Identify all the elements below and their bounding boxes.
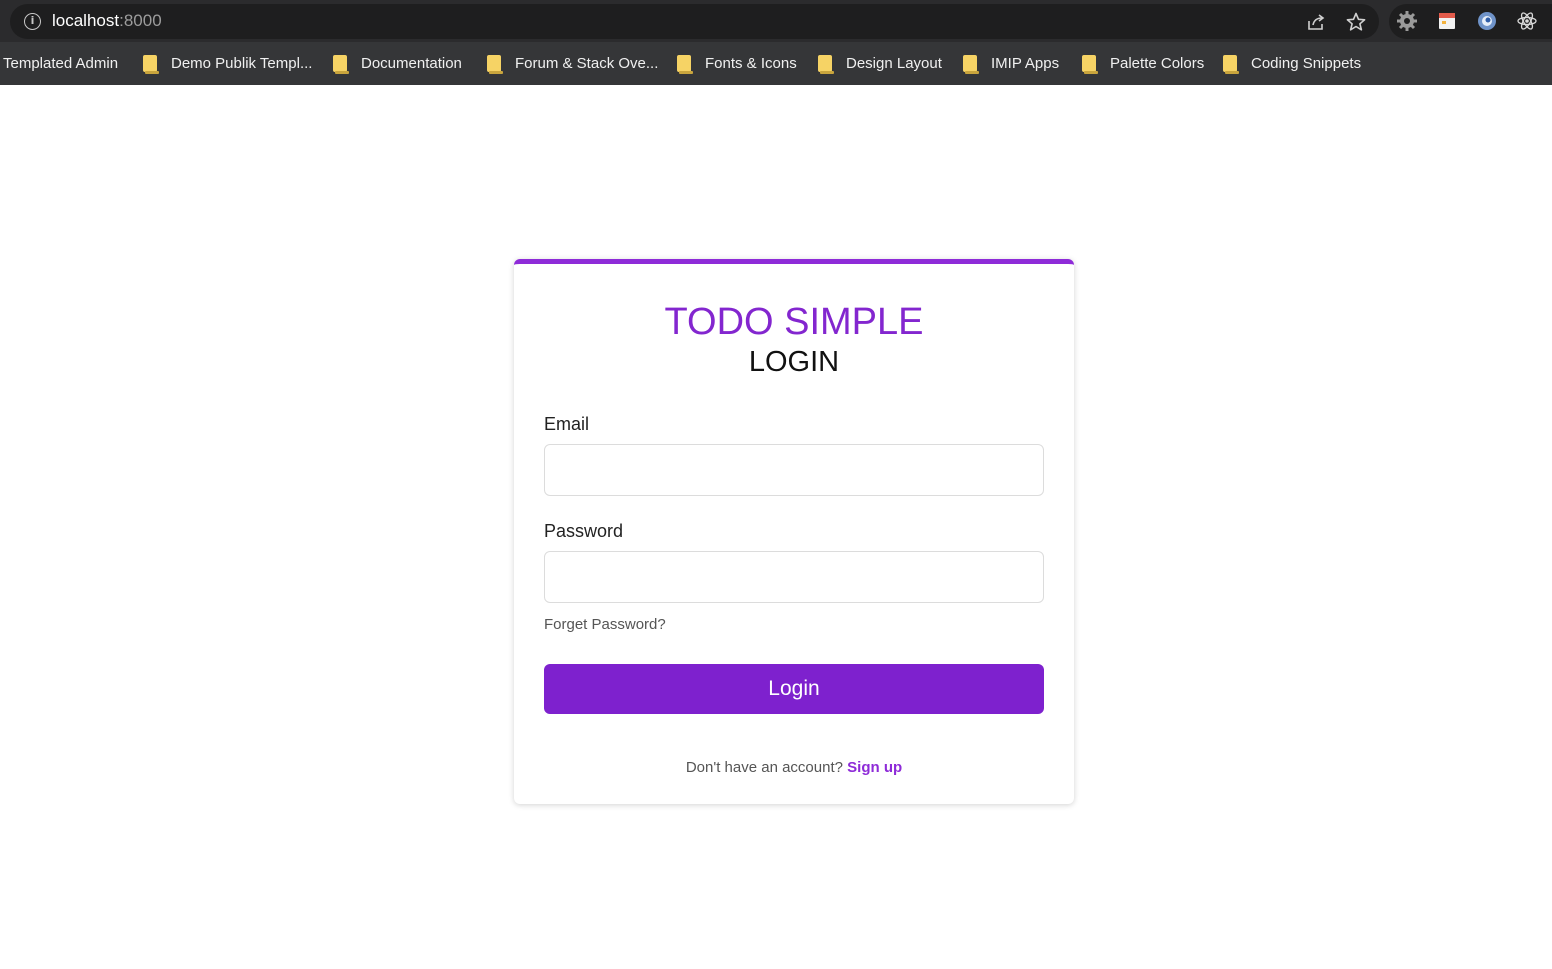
folder-icon	[333, 54, 349, 74]
star-icon[interactable]	[1345, 11, 1367, 33]
login-card: TODO SIMPLE LOGIN Email Password Forget …	[514, 259, 1074, 804]
bookmark-folder-imip-apps[interactable]: IMIP Apps	[963, 52, 1059, 74]
browser-chrome: i localhost:8000 Templated Admin Demo Pu…	[0, 0, 1552, 85]
login-heading: LOGIN	[748, 346, 840, 378]
address-url[interactable]: localhost:8000	[52, 11, 162, 31]
password-label: Password	[544, 521, 624, 541]
folder-icon	[1082, 54, 1098, 74]
bookmark-label: Fonts & Icons	[705, 54, 797, 72]
folder-icon	[143, 54, 159, 74]
folder-icon	[963, 54, 979, 74]
bookmark-folder-demo-publik[interactable]: Demo Publik Templ...	[143, 52, 312, 74]
bookmark-folder-documentation[interactable]: Documentation	[333, 52, 462, 74]
bookmark-label: Demo Publik Templ...	[171, 54, 313, 72]
info-icon[interactable]: i	[24, 13, 41, 30]
folder-icon	[487, 54, 503, 74]
login-button[interactable]: Login	[544, 664, 1044, 714]
signup-row: Don't have an account? Sign up	[514, 759, 1074, 776]
bookmark-folder-fonts-icons[interactable]: Fonts & Icons	[677, 52, 797, 74]
gear-extension-icon[interactable]	[1396, 10, 1418, 32]
bookmark-label: Palette Colors	[1110, 54, 1205, 72]
folder-icon	[1223, 54, 1239, 74]
address-bar[interactable]: i localhost:8000	[10, 4, 1379, 39]
react-extension-icon[interactable]	[1516, 10, 1538, 32]
bookmark-folder-coding-snippets[interactable]: Coding Snippets	[1223, 52, 1361, 74]
bookmark-label: Forum & Stack Ove...	[515, 54, 659, 72]
app-brand-title: TODO SIMPLE	[664, 301, 924, 343]
signup-link[interactable]: Sign up	[847, 759, 902, 776]
bookmark-label: IMIP Apps	[991, 54, 1060, 72]
bookmark-label: Coding Snippets	[1251, 54, 1362, 72]
bookmarks-bar: Templated Admin Demo Publik Templ... Doc…	[0, 42, 1552, 85]
bookmark-label: Design Layout	[846, 54, 942, 72]
share-icon[interactable]	[1305, 11, 1327, 33]
email-label: Email	[544, 414, 590, 434]
bookmark-templated-admin[interactable]: Templated Admin	[3, 52, 118, 74]
url-host: localhost	[52, 11, 120, 30]
extensions-area	[1389, 4, 1552, 39]
password-field[interactable]	[544, 551, 1044, 603]
bookmark-folder-forum[interactable]: Forum & Stack Ove...	[487, 52, 658, 74]
bookmark-folder-palette-colors[interactable]: Palette Colors	[1082, 52, 1204, 74]
bookmark-label: Documentation	[361, 54, 462, 72]
folder-icon	[677, 54, 693, 74]
url-port: :8000	[119, 11, 162, 30]
email-field[interactable]	[544, 444, 1044, 496]
signup-prompt: Don't have an account?	[685, 759, 843, 776]
browser-toolbar: i localhost:8000	[0, 0, 1552, 42]
forgot-password-link[interactable]: Forget Password?	[544, 616, 666, 633]
circle-extension-icon[interactable]	[1476, 10, 1498, 32]
bookmark-label: Templated Admin	[3, 54, 119, 72]
folder-icon	[818, 54, 834, 74]
bookmark-folder-design-layout[interactable]: Design Layout	[818, 52, 942, 74]
calendar-extension-icon[interactable]	[1436, 10, 1458, 32]
